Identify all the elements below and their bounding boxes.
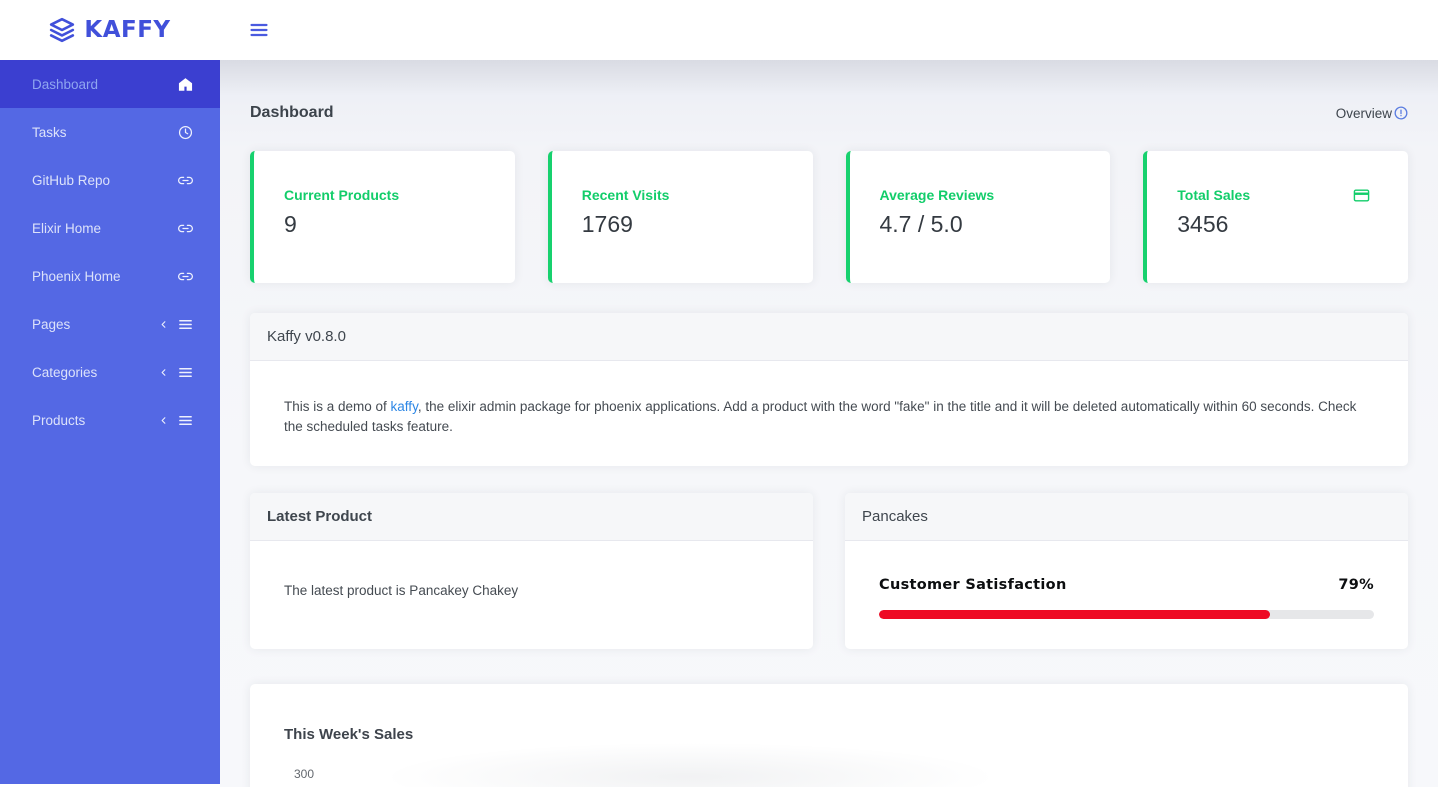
list-icon [179,319,192,329]
credit-card-icon [1353,189,1370,202]
kaffy-link[interactable]: kaffy [391,399,418,414]
sidebar-item-products[interactable]: Products [0,396,220,444]
sidebar-item-label: Tasks [32,124,67,140]
sidebar-item-label: GitHub Repo [32,172,111,188]
card-title: Kaffy v0.8.0 [250,313,1408,361]
page-header: Dashboard Overview [250,60,1408,122]
link-icon [178,272,193,280]
sidebar-item-categories[interactable]: Categories [0,348,220,396]
sidebar-item-github-repo[interactable]: GitHub Repo [0,156,220,204]
overview-label: Overview [1335,105,1392,121]
sidebar: Dashboard Tasks GitHub Repo Elixir Home [0,60,220,784]
sidebar-item-label: Pages [32,316,71,332]
sidebar-item-label: Products [32,412,86,428]
widgets-row: Latest Product The latest product is Pan… [250,493,1408,650]
sidebar-item-elixir-home[interactable]: Elixir Home [0,204,220,252]
stat-card-total-sales: Total Sales 3456 [1143,151,1408,283]
chevron-left-icon [161,416,166,424]
sidebar-item-pages[interactable]: Pages [0,300,220,348]
demo-text-after-link: , the elixir admin package for phoenix a… [284,399,1357,434]
chevron-left-icon [161,368,166,376]
stat-value: 9 [284,211,297,237]
sidebar-item-label: Categories [32,364,98,380]
link-icon [178,224,193,232]
card-title: Latest Product [250,493,813,542]
satisfaction-label: Customer Satisfaction [879,577,1067,594]
stats-row: Current Products 9 Recent Visits 1769 Av… [250,151,1408,283]
weekly-sales-card: This Week's Sales 300 [250,684,1408,787]
card-title: This Week's Sales [284,726,414,744]
list-icon [179,367,192,377]
stat-title: Current Products [284,187,400,203]
pancakes-card: Pancakes Customer Satisfaction 79% [845,493,1408,650]
top-bar: KAFFY [0,0,1438,60]
home-icon [178,77,193,91]
link-icon [178,176,193,184]
card-title: Pancakes [845,493,1408,542]
list-icon [179,415,192,425]
sidebar-item-label: Dashboard [32,76,99,92]
latest-product-text: The latest product is Pancakey Chakey [284,583,519,599]
satisfaction-value: 79% [1338,577,1374,594]
chart-axis-tick: 300 [294,767,315,782]
stat-value: 1769 [581,211,633,237]
overview-toggle[interactable]: Overview [1336,106,1408,121]
page-title: Dashboard [250,104,334,121]
info-icon [1394,106,1408,120]
stat-card-recent-visits: Recent Visits 1769 [547,151,813,283]
stat-value: 3456 [1177,211,1229,237]
latest-product-card: Latest Product The latest product is Pan… [250,493,813,650]
clock-icon [178,125,193,139]
sidebar-item-label: Elixir Home [32,220,102,236]
stat-title: Average Reviews [879,187,995,203]
satisfaction-progress-fill [879,610,1271,620]
demo-text-before-link: This is a demo of [284,399,391,414]
satisfaction-widget: Customer Satisfaction 79% [845,541,1408,655]
stat-card-average-reviews: Average Reviews 4.7 / 5.0 [845,151,1111,283]
brand-title: KAFFY [84,17,171,43]
brand-logo[interactable]: KAFFY [0,17,220,43]
sidebar-toggle-button[interactable] [246,17,272,43]
sidebar-item-label: Phoenix Home [32,268,121,284]
layers-icon [50,17,75,43]
sidebar-item-dashboard[interactable]: Dashboard [0,60,220,108]
sidebar-item-tasks[interactable]: Tasks [0,108,220,156]
stat-title: Recent Visits [581,187,670,203]
kaffy-version-card: Kaffy v0.8.0 This is a demo of kaffy, th… [250,313,1408,467]
stat-value: 4.7 / 5.0 [879,211,963,237]
kaffy-demo-text: This is a demo of kaffy, the elixir admi… [250,361,1408,466]
chevron-left-icon [161,320,166,328]
hamburger-icon [250,23,268,37]
main-content: Dashboard Overview Current Products 9 Re… [220,60,1438,787]
stat-card-current-products: Current Products 9 [250,151,515,283]
satisfaction-progress-track [879,610,1374,620]
sidebar-item-phoenix-home[interactable]: Phoenix Home [0,252,220,300]
